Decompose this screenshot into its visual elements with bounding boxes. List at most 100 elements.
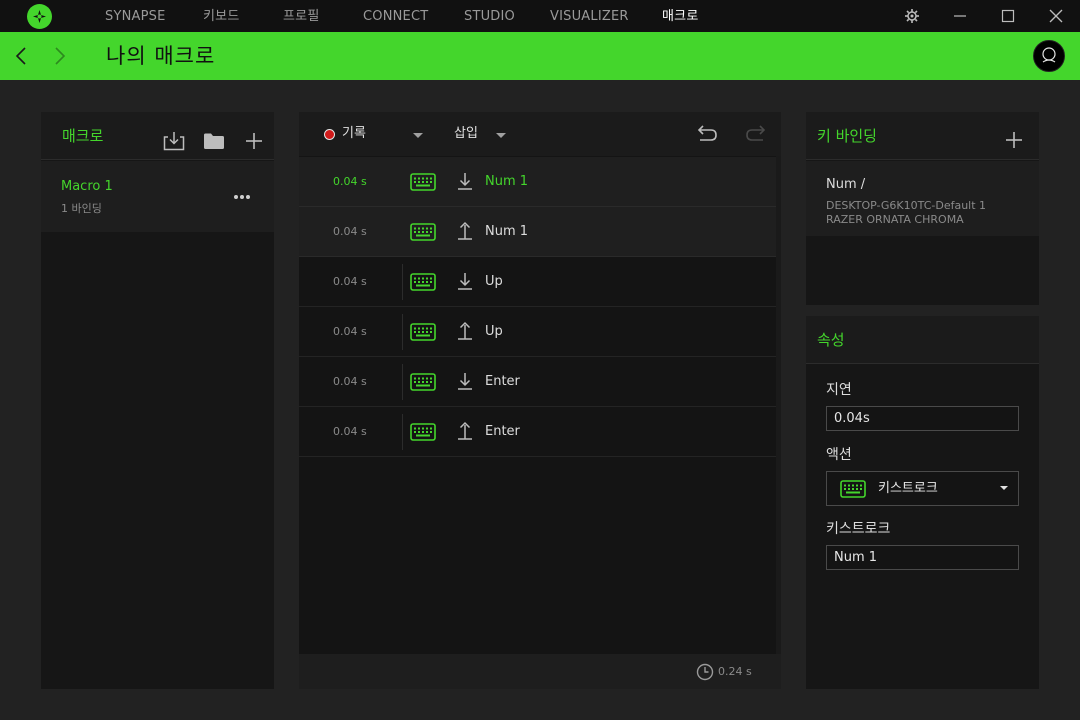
properties-panel: 속성 지연 0.04s 액션 키스트로크 키스트로크 Num 1 (806, 316, 1039, 689)
close-icon (1049, 9, 1063, 23)
binding-card[interactable]: Num / DESKTOP-G6K10TC-Default 1 RAZER OR… (806, 161, 1039, 236)
macro-editor-panel: 기록 삽입 0.04 s Num 1 0.04 s Num 1 0.04 s U… (299, 112, 781, 689)
macro-binding-count: 1 바인딩 (61, 202, 102, 215)
tab-macro[interactable]: 매크로 (662, 0, 698, 32)
undo-button[interactable] (692, 119, 720, 147)
keystroke-label: 키스트로크 (826, 521, 891, 537)
macros-panel: 매크로 Macro 1 1 바인딩 (41, 112, 274, 689)
gear-icon (905, 9, 919, 23)
macro-step-row[interactable]: 0.04 s Enter (299, 357, 776, 407)
key-up-arrow-icon (458, 321, 472, 340)
step-delay[interactable]: 0.04 s (333, 357, 367, 407)
keyboard-icon (410, 423, 436, 441)
delay-label: 지연 (826, 382, 852, 398)
key-binding-title: 키 바인딩 (817, 127, 877, 145)
properties-panel-header: 속성 (806, 316, 1039, 364)
record-button[interactable]: 기록 (342, 112, 366, 156)
key-up-arrow-icon (458, 421, 472, 440)
add-binding-button[interactable] (1000, 126, 1028, 154)
add-macro-button[interactable] (240, 127, 268, 155)
binding-device: RAZER ORNATA CHROMA (826, 213, 964, 226)
key-down-arrow-icon (458, 273, 472, 290)
keyboard-icon (410, 173, 436, 191)
page-header: 나의 매크로 (0, 32, 1080, 80)
step-divider (402, 314, 403, 350)
minimize-icon (954, 15, 966, 17)
more-dot-icon (234, 195, 238, 199)
close-button[interactable] (1033, 0, 1079, 32)
macro-step-row[interactable]: 0.04 s Enter (299, 407, 776, 457)
step-delay[interactable]: 0.04 s (333, 207, 367, 257)
tab-visualizer[interactable]: VISUALIZER (550, 0, 629, 32)
keyboard-icon (410, 373, 436, 391)
key-down-arrow-icon (458, 373, 472, 390)
key-binding-panel: 키 바인딩 Num / DESKTOP-G6K10TC-Default 1 RA… (806, 112, 1039, 305)
step-delay[interactable]: 0.04 s (333, 257, 367, 307)
keyboard-icon (410, 273, 436, 291)
step-key-name: Enter (485, 424, 520, 439)
keyboard-icon (840, 480, 866, 498)
step-delay[interactable]: 0.04 s (333, 307, 367, 357)
step-key-name: Up (485, 274, 503, 289)
settings-button[interactable] (889, 0, 935, 32)
record-dot-icon (324, 129, 335, 140)
insert-dropdown-caret-icon[interactable] (496, 133, 506, 138)
avatar-icon (1042, 47, 1056, 63)
back-button[interactable] (9, 44, 33, 68)
tab-keyboard[interactable]: 키보드 (203, 0, 239, 32)
plus-icon (246, 133, 262, 149)
minimize-button[interactable] (937, 0, 983, 32)
keystroke-input[interactable]: Num 1 (826, 545, 1019, 570)
forward-button[interactable] (48, 44, 72, 68)
step-key-name: Num 1 (485, 174, 529, 189)
delay-input[interactable]: 0.04s (826, 406, 1019, 431)
tab-profiles[interactable]: 프로필 (283, 0, 319, 32)
step-key-name: Enter (485, 374, 520, 389)
binding-profile: DESKTOP-G6K10TC-Default 1 (826, 199, 987, 212)
record-dropdown-caret-icon[interactable] (413, 133, 423, 138)
redo-icon (746, 125, 766, 141)
bound-key: Num / (826, 177, 866, 192)
editor-scrollbar[interactable] (776, 156, 781, 654)
import-macro-button[interactable] (160, 127, 188, 155)
macro-list-item[interactable]: Macro 1 1 바인딩 (41, 161, 274, 232)
step-key-name: Up (485, 324, 503, 339)
more-options-button[interactable] (229, 187, 255, 207)
plus-icon (1006, 132, 1022, 148)
import-icon (163, 132, 185, 151)
redo-button[interactable] (743, 119, 771, 147)
macro-step-row[interactable]: 0.04 s Up (299, 307, 776, 357)
step-divider (402, 414, 403, 450)
action-label: 액션 (826, 447, 852, 463)
macro-step-row[interactable]: 0.04 s Num 1 (299, 207, 776, 257)
macro-step-row[interactable]: 0.04 s Up (299, 257, 776, 307)
more-dot-icon (240, 195, 244, 199)
action-select[interactable]: 키스트로크 (826, 471, 1019, 506)
step-divider (402, 364, 403, 400)
editor-toolbar: 기록 삽입 (299, 112, 781, 156)
editor-footer: 0.24 s (299, 654, 781, 689)
clock-icon (696, 663, 714, 681)
step-delay[interactable]: 0.04 s (333, 157, 367, 207)
total-duration: 0.24 s (718, 665, 752, 678)
step-delay[interactable]: 0.04 s (333, 407, 367, 457)
tab-studio[interactable]: STUDIO (464, 0, 515, 32)
new-folder-button[interactable] (200, 127, 228, 155)
razer-logo-icon[interactable] (27, 4, 52, 29)
maximize-button[interactable] (985, 0, 1031, 32)
page-title: 나의 매크로 (106, 44, 216, 68)
insert-button[interactable]: 삽입 (454, 112, 478, 156)
maximize-icon (1001, 9, 1015, 23)
action-select-value: 키스트로크 (878, 481, 938, 496)
tab-synapse[interactable]: SYNAPSE (105, 0, 166, 32)
folder-icon (204, 133, 224, 149)
dropdown-caret-icon (1000, 486, 1008, 490)
macros-panel-title: 매크로 (62, 127, 104, 145)
more-dot-icon (246, 195, 250, 199)
step-divider (402, 264, 403, 300)
user-avatar[interactable] (1033, 40, 1065, 72)
key-binding-panel-header: 키 바인딩 (806, 112, 1039, 160)
chevron-right-icon (55, 47, 66, 65)
tab-connect[interactable]: CONNECT (363, 0, 428, 32)
macro-step-row[interactable]: 0.04 s Num 1 (299, 157, 776, 207)
